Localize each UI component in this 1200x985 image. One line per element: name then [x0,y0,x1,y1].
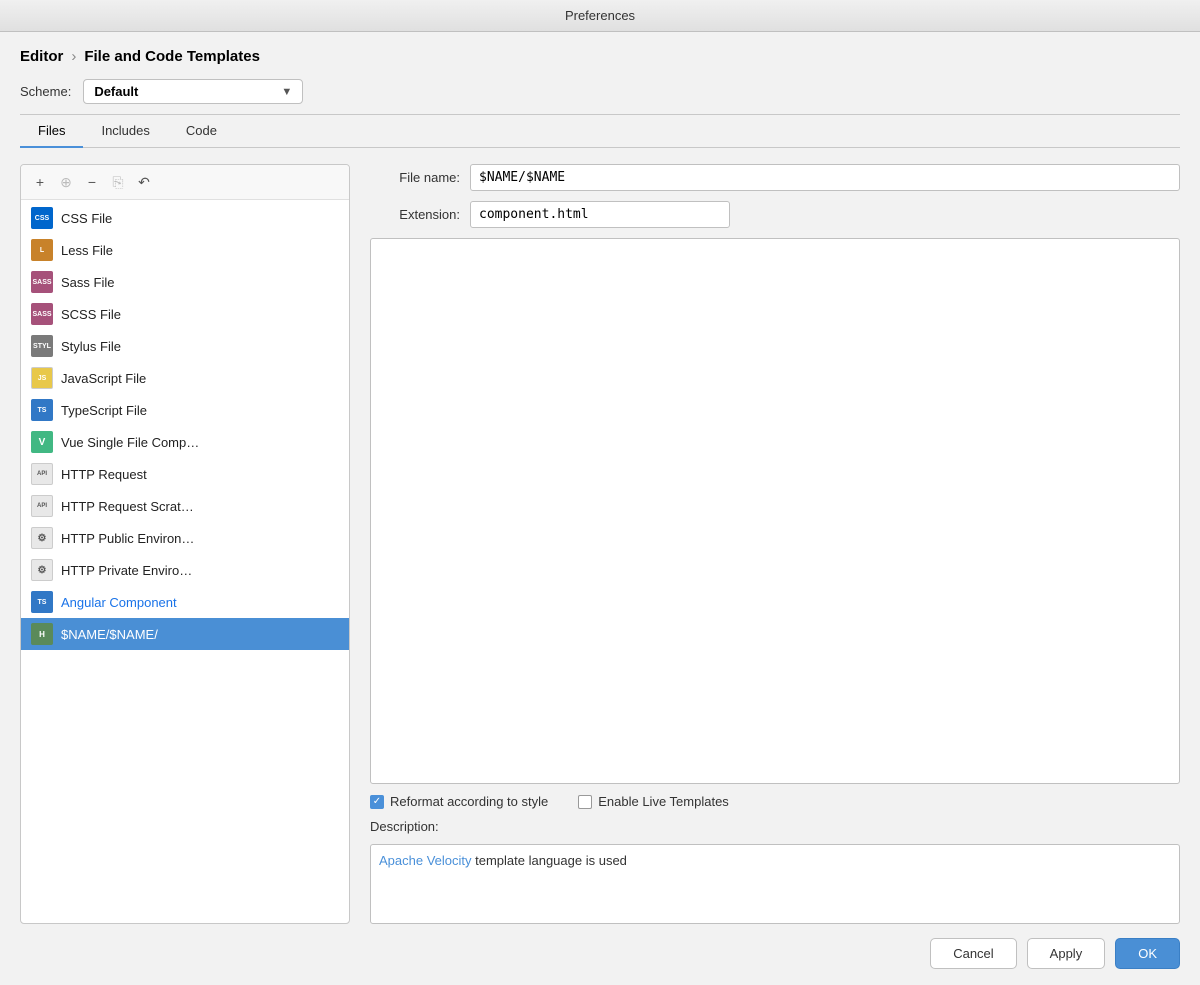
tab-code[interactable]: Code [168,115,235,148]
add-template-button[interactable]: + [29,171,51,193]
file-list-toolbar: + ⊕ − ⎘ ↶ [21,165,349,200]
description-label: Description: [370,819,1180,834]
reset-template-button[interactable]: ↶ [133,171,155,193]
sass-file-icon: SASS [31,271,53,293]
http-private-env-icon: ⚙ [31,559,53,581]
list-item[interactable]: API HTTP Request Scrat… [21,490,349,522]
scheme-select[interactable]: Default ▼ [83,79,303,104]
api-request-scratch-icon: API [31,495,53,517]
reformat-label: Reformat according to style [390,794,548,809]
list-item-selected[interactable]: H $NAME/$NAME/ [21,618,349,650]
live-templates-checkbox[interactable] [578,795,592,809]
extension-row: Extension: [370,201,1180,228]
scheme-value: Default [94,84,138,99]
file-name-row: File name: [370,164,1180,191]
left-panel: + ⊕ − ⎘ ↶ CSS CSS File [20,164,350,924]
list-item[interactable]: CSS CSS File [21,202,349,234]
scheme-row: Scheme: Default ▼ [20,79,1180,104]
css-file-icon: CSS [31,207,53,229]
file-list: CSS CSS File L Less File SASS Sass File … [21,200,349,923]
description-area: Apache Velocity template language is use… [370,844,1180,924]
reformat-checkbox-item[interactable]: ✓ Reformat according to style [370,794,548,809]
file-name-label: File name: [370,170,460,185]
tab-includes[interactable]: Includes [83,115,167,148]
ts-file-icon: TS [31,399,53,421]
list-item[interactable]: JS JavaScript File [21,362,349,394]
less-file-icon: L [31,239,53,261]
list-item[interactable]: V Vue Single File Comp… [21,426,349,458]
list-item[interactable]: API HTTP Request [21,458,349,490]
scheme-label: Scheme: [20,84,71,99]
main-content: Editor › File and Code Templates Scheme:… [0,32,1200,924]
list-item[interactable]: ⚙ HTTP Public Environ… [21,522,349,554]
content-area: + ⊕ − ⎘ ↶ CSS CSS File [20,148,1180,924]
template-editor[interactable] [370,238,1180,784]
title-bar: Preferences [0,0,1200,32]
remove-template-button[interactable]: − [81,171,103,193]
apache-velocity-link[interactable]: Apache Velocity [379,853,472,868]
tabs: Files Includes Code [20,115,1180,148]
list-item[interactable]: TS Angular Component [21,586,349,618]
bottom-bar: Cancel Apply OK [0,924,1200,985]
breadcrumb: Editor › File and Code Templates [20,48,1180,65]
title-text: Preferences [565,8,635,23]
breadcrumb-file-code-templates: File and Code Templates [84,48,260,65]
live-templates-label: Enable Live Templates [598,794,729,809]
tab-files[interactable]: Files [20,115,83,148]
file-name-input[interactable] [470,164,1180,191]
list-item[interactable]: STYL Stylus File [21,330,349,362]
breadcrumb-editor: Editor [20,48,63,65]
angular-component-icon: TS [31,591,53,613]
chevron-down-icon: ▼ [281,86,292,98]
list-item[interactable]: TS TypeScript File [21,394,349,426]
ok-button[interactable]: OK [1115,938,1180,969]
checkboxes-row: ✓ Reformat according to style Enable Liv… [370,794,1180,809]
cancel-button[interactable]: Cancel [930,938,1016,969]
live-templates-checkbox-item[interactable]: Enable Live Templates [578,794,729,809]
reformat-checkbox[interactable]: ✓ [370,795,384,809]
list-item[interactable]: L Less File [21,234,349,266]
extension-label: Extension: [370,207,460,222]
http-public-env-icon: ⚙ [31,527,53,549]
right-panel: File name: Extension: ✓ Reformat accordi… [350,164,1180,924]
scss-file-icon: SASS [31,303,53,325]
description-text: template language is used [472,853,627,868]
apply-button[interactable]: Apply [1027,938,1106,969]
list-item[interactable]: ⚙ HTTP Private Enviro… [21,554,349,586]
checkmark-icon: ✓ [373,797,381,807]
breadcrumb-separator: › [71,48,76,65]
extension-input[interactable] [470,201,730,228]
list-item[interactable]: SASS Sass File [21,266,349,298]
list-item[interactable]: SASS SCSS File [21,298,349,330]
add-child-template-button[interactable]: ⊕ [55,171,77,193]
js-file-icon: JS [31,367,53,389]
name-name-icon: H [31,623,53,645]
stylus-file-icon: STYL [31,335,53,357]
copy-template-button[interactable]: ⎘ [107,171,129,193]
api-request-icon: API [31,463,53,485]
vue-file-icon: V [31,431,53,453]
